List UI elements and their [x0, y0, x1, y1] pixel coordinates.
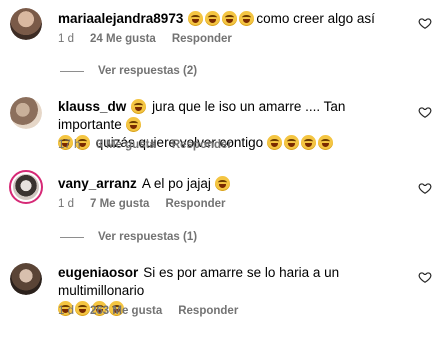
likes-count[interactable]: 24 Me gusta	[90, 33, 156, 45]
comment-text: vany_arranz A el po jajaj	[58, 175, 408, 193]
timestamp: 1 d	[58, 198, 74, 210]
heart-outline-icon[interactable]	[418, 16, 432, 30]
username[interactable]: eugeniaosor	[58, 265, 138, 280]
reply-button[interactable]: Responder	[165, 198, 225, 210]
divider-line	[60, 70, 84, 72]
view-replies-button[interactable]: Ver respuestas (2)	[60, 65, 197, 77]
comment-text: mariaalejandra8973 como creer algo así	[58, 10, 408, 28]
divider-line	[60, 236, 84, 238]
avatar[interactable]	[10, 263, 42, 295]
reply-button[interactable]: Responder	[178, 305, 238, 317]
laughing-emoji-icon	[214, 176, 230, 191]
comment-meta: 1 d 263 Me gusta Responder	[58, 305, 238, 317]
timestamp: 17 h	[58, 139, 81, 151]
likes-count[interactable]: 7 Me gusta	[90, 198, 149, 210]
likes-count[interactable]: 3 Me gusta	[96, 139, 155, 151]
comment-meta: 1 d 24 Me gusta Responder	[58, 33, 232, 45]
laughing-emoji-icon	[125, 117, 141, 132]
timestamp: 1 d	[58, 305, 74, 317]
avatar-with-story-ring[interactable]	[9, 170, 43, 204]
laughing-emoji-icon	[317, 135, 333, 150]
avatar[interactable]	[10, 97, 42, 129]
likes-count[interactable]: 263 Me gusta	[90, 305, 162, 317]
username[interactable]: klauss_dw	[58, 99, 126, 114]
reply-button[interactable]: Responder	[172, 139, 232, 151]
comment-body: como creer algo así	[256, 11, 375, 26]
laughing-emoji-icon	[300, 135, 316, 150]
laughing-emoji-icon	[266, 135, 282, 150]
laughing-emoji-icon	[188, 11, 204, 26]
view-replies-button[interactable]: Ver respuestas (1)	[60, 231, 197, 243]
username[interactable]: vany_arranz	[58, 176, 137, 191]
laughing-emoji-icon	[131, 99, 147, 114]
comment-meta: 17 h 3 Me gusta Responder	[58, 139, 232, 151]
comment-meta: 1 d 7 Me gusta Responder	[58, 198, 226, 210]
laughing-emoji-icon	[283, 135, 299, 150]
avatar[interactable]	[10, 8, 42, 40]
heart-outline-icon[interactable]	[418, 105, 432, 119]
laughing-emoji-icon	[222, 11, 238, 26]
laughing-emoji-icon	[205, 11, 221, 26]
view-replies-label[interactable]: Ver respuestas (2)	[98, 65, 197, 77]
heart-outline-icon[interactable]	[418, 181, 432, 195]
timestamp: 1 d	[58, 33, 74, 45]
laughing-emoji-icon	[239, 11, 255, 26]
comment-body: A el po jajaj	[141, 176, 211, 191]
username[interactable]: mariaalejandra8973	[58, 11, 183, 26]
reply-button[interactable]: Responder	[172, 33, 232, 45]
heart-outline-icon[interactable]	[418, 270, 432, 284]
view-replies-label[interactable]: Ver respuestas (1)	[98, 231, 197, 243]
